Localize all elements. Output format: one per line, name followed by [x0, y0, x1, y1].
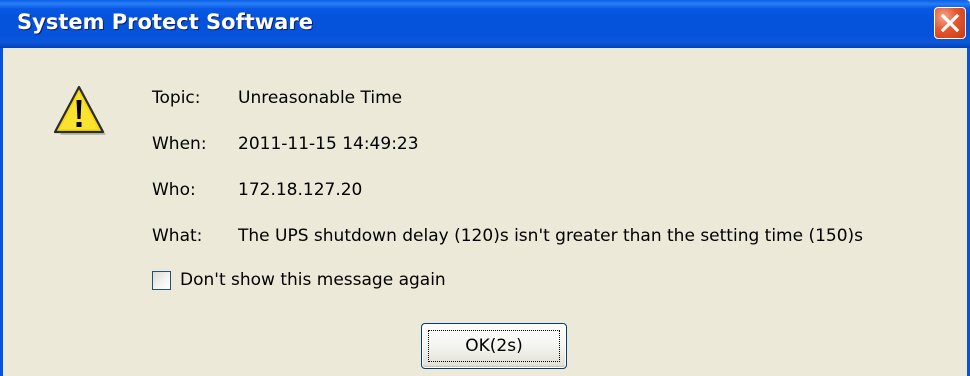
- what-label: What:: [152, 226, 203, 246]
- who-value: 172.18.127.20: [238, 180, 363, 200]
- warning-icon: [53, 85, 106, 135]
- window-title: System Protect Software: [17, 10, 313, 34]
- when-value: 2011-11-15 14:49:23: [238, 134, 419, 154]
- topic-label: Topic:: [152, 88, 201, 108]
- window-frame-left: [0, 48, 3, 376]
- dont-show-again-checkbox[interactable]: [152, 271, 171, 290]
- title-bar[interactable]: System Protect Software: [0, 0, 970, 48]
- topic-value: Unreasonable Time: [238, 88, 403, 108]
- who-label: Who:: [152, 180, 196, 200]
- dialog-window: System Protect Software Topic: Unreasona…: [0, 0, 970, 376]
- what-value: The UPS shutdown delay (120)s isn't grea…: [238, 226, 864, 246]
- dont-show-again-label[interactable]: Don't show this message again: [180, 270, 446, 290]
- when-label: When:: [152, 134, 207, 154]
- ok-button[interactable]: OK(2s): [421, 323, 567, 369]
- close-button[interactable]: [934, 7, 966, 39]
- close-icon: [940, 13, 960, 33]
- ok-button-label: OK(2s): [465, 336, 523, 356]
